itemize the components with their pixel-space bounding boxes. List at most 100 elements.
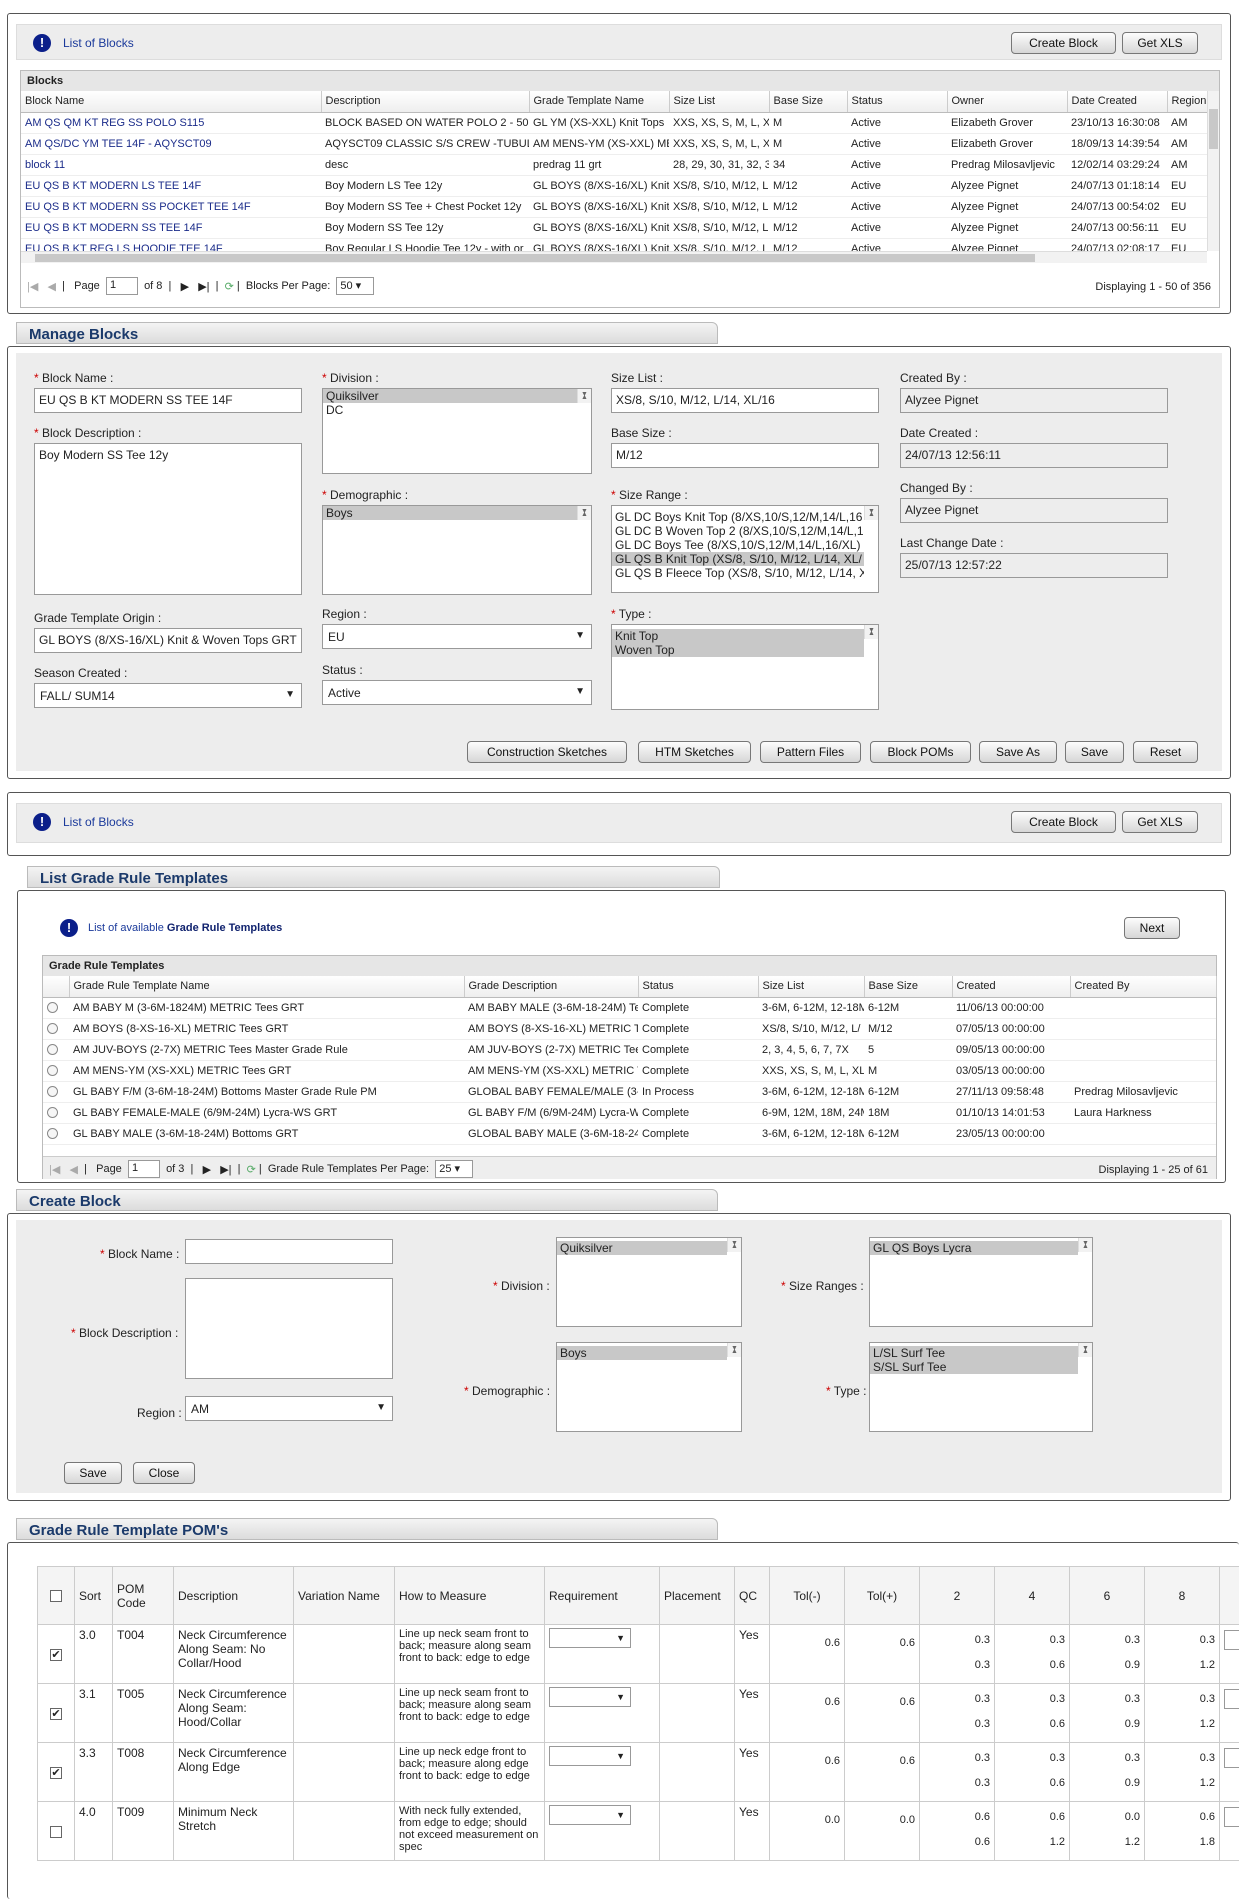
table-row[interactable]: AM BOYS (8-XS-16-XL) METRIC Tees GRT AM B…	[43, 1018, 1216, 1040]
create-size-ranges-listbox[interactable]: GL QS Boys Lycra ▲ ▼	[869, 1237, 1093, 1327]
list-option[interactable]: GL DC Boys Tee (8/XS,10/S,12/M,14/L,16/X…	[612, 538, 864, 552]
base-size-input[interactable]: M/12	[611, 443, 879, 468]
row-select-cell[interactable]: ✔	[37, 1683, 75, 1743]
list-option[interactable]: DC	[323, 403, 577, 417]
table-row[interactable]: AM QS/DC YM TEE 14F - AQYSCT09 AQYSCT09 C…	[21, 133, 1207, 155]
extra-input[interactable]	[1224, 1807, 1239, 1827]
table-row[interactable]: GL BABY MALE (3-6M-18-24M) Bottoms GRT GL…	[43, 1123, 1216, 1145]
table-row[interactable]: ✔ 3.3 T008 Neck Circumference Along Edge Lin…	[37, 1742, 1239, 1802]
block-desc-textarea[interactable]: Boy Modern SS Tee 12y	[34, 443, 302, 595]
col-header-how-to-measure[interactable]: How to Measure	[394, 1566, 545, 1625]
list-option[interactable]: Boys	[323, 506, 577, 520]
list-option[interactable]: GL QS Boys Lycra	[870, 1241, 1078, 1255]
row-select-cell[interactable]	[43, 1123, 69, 1145]
prev-page-icon[interactable]: ◀	[70, 1163, 78, 1176]
col-header-size-list[interactable]: Size List	[669, 91, 770, 113]
construction-sketches-button[interactable]: Construction Sketches	[467, 741, 627, 763]
row-select-cell[interactable]	[43, 997, 69, 1019]
list-option[interactable]: Woven Top	[612, 643, 864, 657]
col-header-pom-code[interactable]: POM Code	[112, 1566, 174, 1625]
row-select-cell[interactable]	[43, 1060, 69, 1082]
cell-block-name[interactable]: EU QS B KT MODERN SS TEE 14F	[21, 217, 321, 239]
col-header-grade-template-name[interactable]: Grade Template Name	[529, 91, 670, 113]
type-listbox[interactable]: Knit Top Woven Top ▲ ▼	[611, 624, 879, 710]
col-header-base-size[interactable]: Base Size	[769, 91, 848, 113]
block-poms-button[interactable]: Block POMs	[870, 741, 971, 763]
create-block-desc-textarea[interactable]	[185, 1278, 393, 1379]
list-option[interactable]: L/SL Surf Tee	[870, 1346, 1078, 1360]
cell-block-name[interactable]: EU QS B KT MODERN SS POCKET TEE 14F	[21, 196, 321, 218]
last-page-icon[interactable]: ▶|	[198, 280, 209, 293]
page-input[interactable]: 1	[127, 1160, 160, 1178]
col-header-8[interactable]: 8	[1144, 1566, 1220, 1625]
next-page-icon[interactable]: ▶	[181, 280, 189, 293]
col-header-placement[interactable]: Placement	[659, 1566, 735, 1625]
table-row[interactable]: ✔ 3.1 T005 Neck Circumference Along Seam: H…	[37, 1683, 1239, 1743]
cell-block-name[interactable]: AM QS/DC YM TEE 14F - AQYSCT09	[21, 133, 321, 155]
table-row[interactable]: AM JUV-BOYS (2-7X) METRIC Tees Master Gr…	[43, 1039, 1216, 1061]
col-header-description[interactable]: Description	[173, 1566, 294, 1625]
select-all-cell[interactable]	[37, 1566, 75, 1625]
grade-origin-input[interactable]: GL BOYS (8/XS-16/XL) Knit & Woven Tops G…	[34, 628, 302, 653]
list-option[interactable]: Boys	[557, 1346, 727, 1360]
size-list-input[interactable]: XS/8, S/10, M/12, L/14, XL/16	[611, 388, 879, 413]
col-header-sort[interactable]: Sort	[74, 1566, 113, 1625]
table-row[interactable]: EU QS B KT MODERN SS POCKET TEE 14F Boy M…	[21, 196, 1207, 218]
create-block-name-input[interactable]	[185, 1239, 393, 1264]
cell-block-name[interactable]: block 11	[21, 154, 321, 176]
per-page-select[interactable]: 25 ▾	[435, 1160, 474, 1178]
unchecked-checkbox[interactable]	[50, 1825, 62, 1838]
col-header-tol[interactable]: Tol(-)	[769, 1566, 845, 1625]
row-select-cell[interactable]	[43, 1039, 69, 1061]
prev-page-icon[interactable]: ◀	[48, 280, 56, 293]
create-division-listbox[interactable]: Quiksilver ▲ ▼	[556, 1237, 742, 1327]
row-radio[interactable]	[47, 1086, 58, 1098]
col-header-size-list[interactable]: Size List	[758, 976, 865, 998]
refresh-icon[interactable]: ⟳	[225, 280, 234, 293]
size-range-listbox[interactable]: GL DC Boys Knit Top (8/XS,10/S,12/M,14/L…	[611, 505, 879, 593]
region-select[interactable]: EU ▼	[322, 624, 592, 649]
blocks-vscroll[interactable]	[1207, 91, 1219, 251]
refresh-icon[interactable]: ⟳	[247, 1163, 256, 1176]
col-header-requirement[interactable]: Requirement	[544, 1566, 660, 1625]
list-option[interactable]: Quiksilver	[323, 389, 577, 403]
row-radio[interactable]	[47, 1023, 58, 1035]
list-option[interactable]: GL DC Boys Knit Top (8/XS,10/S,12/M,14/L…	[612, 510, 864, 524]
list-option[interactable]: GL DC B Woven Top 2 (8/XS,10/S,12/M,14/L…	[612, 524, 864, 538]
next-page-icon[interactable]: ▶	[203, 1163, 211, 1176]
col-header-description[interactable]: Description	[321, 91, 530, 113]
season-select[interactable]: FALL/ SUM14 ▼	[34, 683, 302, 708]
extra-input[interactable]	[1224, 1689, 1239, 1709]
list-option[interactable]: Knit Top	[612, 629, 864, 643]
table-row[interactable]: ✔ 3.0 T004 Neck Circumference Along Seam: N…	[37, 1624, 1239, 1684]
list-option[interactable]: Quiksilver	[557, 1241, 727, 1255]
create-demographic-listbox[interactable]: Boys ▲ ▼	[556, 1342, 742, 1432]
requirement-select[interactable]: ▼	[549, 1628, 631, 1648]
row-radio[interactable]	[47, 1107, 58, 1119]
demographic-listbox[interactable]: Boys ▲ ▼	[322, 505, 592, 595]
first-page-icon[interactable]: |◀	[49, 1163, 60, 1176]
col-header-6[interactable]: 6	[1069, 1566, 1145, 1625]
extra-input[interactable]	[1224, 1630, 1239, 1650]
col-header-grade-description[interactable]: Grade Description	[464, 976, 639, 998]
row-radio[interactable]	[47, 1044, 58, 1056]
list-option[interactable]: GL QS B Knit Top (XS/8, S/10, M/12, L/14…	[612, 552, 864, 566]
table-row[interactable]: 4.0 T009 Minimum Neck Stretch With neck ful…	[37, 1801, 1239, 1861]
next-button[interactable]: Next	[1124, 917, 1180, 939]
table-row[interactable]: EU QS B KT MODERN LS TEE 14F Boy Modern L…	[21, 175, 1207, 197]
row-select-cell[interactable]	[37, 1801, 75, 1861]
table-row[interactable]: EU QS B KT MODERN SS TEE 14F Boy Modern S…	[21, 217, 1207, 239]
col-header-owner[interactable]: Owner	[947, 91, 1068, 113]
table-row[interactable]: AM QS QM KT REG SS POLO S115 BLOCK BASED …	[21, 112, 1207, 134]
col-header-date-created[interactable]: Date Created	[1067, 91, 1168, 113]
last-page-icon[interactable]: ▶|	[220, 1163, 231, 1176]
table-row[interactable]: block 11 desc predrag 11 grt 28, 29, 30, 31…	[21, 154, 1207, 176]
list-option[interactable]: GL QS B Fleece Top (XS/8, S/10, M/12, L/…	[612, 566, 864, 580]
create-region-select[interactable]: AM ▼	[185, 1396, 393, 1421]
row-select-cell[interactable]	[43, 1102, 69, 1124]
table-row[interactable]: AM MENS-YM (XS-XXL) METRIC Tees GRT AM ME…	[43, 1060, 1216, 1082]
create-type-listbox[interactable]: L/SL Surf Tee S/SL Surf Tee ▲ ▼	[869, 1342, 1093, 1432]
get-xls-button-2[interactable]: Get XLS	[1122, 811, 1198, 833]
save-button[interactable]: Save	[1065, 741, 1124, 763]
list-option[interactable]: S/SL Surf Tee	[870, 1360, 1078, 1374]
